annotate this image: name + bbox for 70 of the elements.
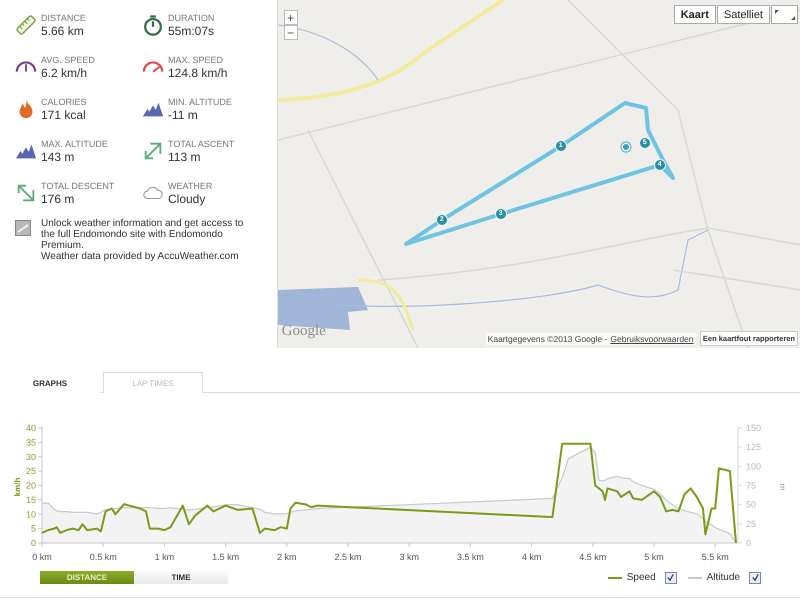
y-tick-label: 25 (746, 518, 756, 529)
y-tick-label: 50 (746, 500, 756, 510)
x-tick-label: 3.5 km (456, 552, 484, 562)
stopwatch-icon (142, 14, 164, 36)
stat-label: DISTANCE (41, 12, 86, 24)
y-tick-label: 10 (26, 509, 36, 520)
stat-value: 124.8 km/h (168, 66, 228, 80)
x-tick-label: 3 km (399, 552, 419, 562)
weather-credit: Weather data provided by AccuWeather.com (41, 251, 240, 262)
premium-message: Unlock weather information and get access to the full Endomondo site with Endomondo Premium. (41, 218, 244, 251)
x-tick-label: 1.5 km (212, 552, 240, 562)
stat-label: DURATION (168, 12, 214, 24)
map-logo: Google (282, 323, 326, 340)
stat-label: AVG. SPEED (41, 54, 95, 66)
y-tick-label: 0 (746, 538, 752, 548)
y-tick-label: 35 (26, 437, 36, 448)
stat-label: TOTAL DESCENT (41, 180, 114, 192)
premium-icon (15, 220, 31, 236)
map-attribution: Kaartgegevens ©2013 Google - (488, 333, 608, 345)
y-tick-label: 0 (30, 538, 36, 548)
y-tick-label: 150 (746, 423, 762, 433)
x-tick-label: 2.5 km (334, 552, 362, 562)
legend-label: Speed (626, 572, 656, 583)
y-tick-label: 20 (26, 480, 36, 490)
x-tick-label: 4.5 km (579, 552, 606, 562)
x-tick-label: 5 km (644, 552, 664, 562)
stat-value: 5.66 km (41, 24, 85, 38)
x-tick-label: 0.5 km (90, 552, 117, 562)
x-tick-label: 2 km (277, 552, 297, 562)
stat-value: 171 kcal (41, 108, 87, 122)
checkbox[interactable] (664, 572, 677, 584)
stat-value: 113 m (168, 150, 202, 164)
fullscreen-button[interactable] (771, 5, 798, 24)
y-axis-title: km/h (13, 478, 22, 496)
x-tick-label: 0 km (32, 552, 52, 562)
x-tick-label: 4 km (522, 552, 542, 562)
y-axis-title: m (778, 484, 787, 490)
y-tick-label: 40 (26, 423, 36, 433)
zoom-out-button[interactable]: − (284, 25, 298, 40)
y-tick-label: 25 (26, 466, 36, 476)
stat-label: MIN. ALTITUDE (168, 96, 232, 108)
stat-value: -11 m (168, 108, 199, 122)
x-tick-label: 1 km (154, 552, 174, 562)
terms-link[interactable]: Gebruiksvoorwaarden (610, 333, 694, 345)
stat-value: 6.2 km/h (41, 66, 88, 80)
location-marker (620, 141, 632, 153)
map-type-button[interactable]: Satelliet (716, 5, 770, 24)
zoom-in-button[interactable]: + (284, 10, 298, 25)
stat-value: Cloudy (168, 192, 206, 206)
descent-icon (15, 182, 37, 204)
stat-label: WEATHER (168, 180, 212, 192)
y-tick-label: 75 (746, 480, 756, 490)
x-axis-toggle[interactable]: TIME (134, 571, 228, 584)
stat-label: TOTAL ASCENT (168, 138, 234, 150)
legend-label: Altitude (706, 572, 740, 583)
stat-value: 55m:07s (168, 24, 214, 38)
y-tick-label: 125 (746, 442, 762, 452)
ascent-icon (142, 140, 164, 162)
stat-value: 143 m (41, 150, 76, 164)
stat-label: MAX. SPEED (168, 54, 224, 66)
x-tick-label: 5.5 km (702, 552, 729, 562)
y-tick-label: 5 (30, 524, 36, 534)
stat-value: 176 m (41, 192, 76, 206)
y-tick-label: 100 (746, 461, 762, 472)
stat-label: MAX. ALTITUDE (41, 138, 108, 150)
checkbox[interactable] (749, 572, 761, 584)
stat-label: CALORIES (41, 96, 87, 108)
y-tick-label: 15 (26, 494, 36, 505)
map-type-button[interactable]: Kaart (674, 5, 716, 24)
y-tick-label: 30 (26, 452, 36, 462)
